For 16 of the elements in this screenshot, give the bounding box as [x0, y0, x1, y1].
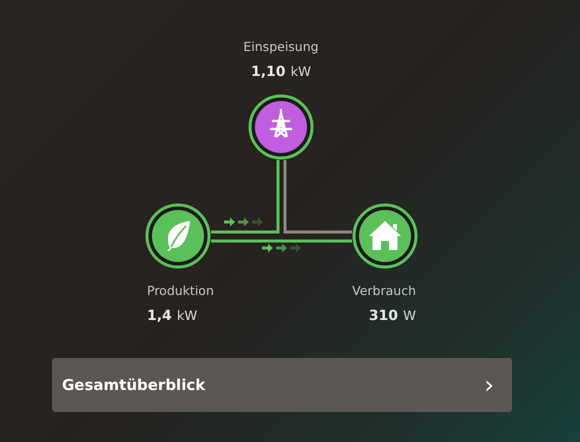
transmission-tower-icon: [268, 108, 294, 138]
power-unit: W: [403, 309, 416, 324]
flow-arrows-drawing: [224, 218, 263, 226]
node-label: Produktion: [147, 283, 214, 298]
power-unit: kW: [176, 309, 198, 324]
node-label: Verbrauch: [352, 283, 416, 298]
flow-arrows-drawing: [262, 244, 301, 252]
leaf-icon: [167, 221, 190, 251]
overview-button[interactable]: Gesamtüberblick ›: [52, 358, 512, 412]
power-unit: kW: [290, 65, 312, 80]
node-label: Einspeisung: [243, 39, 319, 54]
power-value: 310: [368, 308, 398, 324]
power-value: 1,4: [147, 308, 172, 324]
house-icon: [369, 221, 401, 250]
power-value: 1,10: [250, 64, 286, 80]
node-circle[interactable]: [255, 101, 307, 153]
